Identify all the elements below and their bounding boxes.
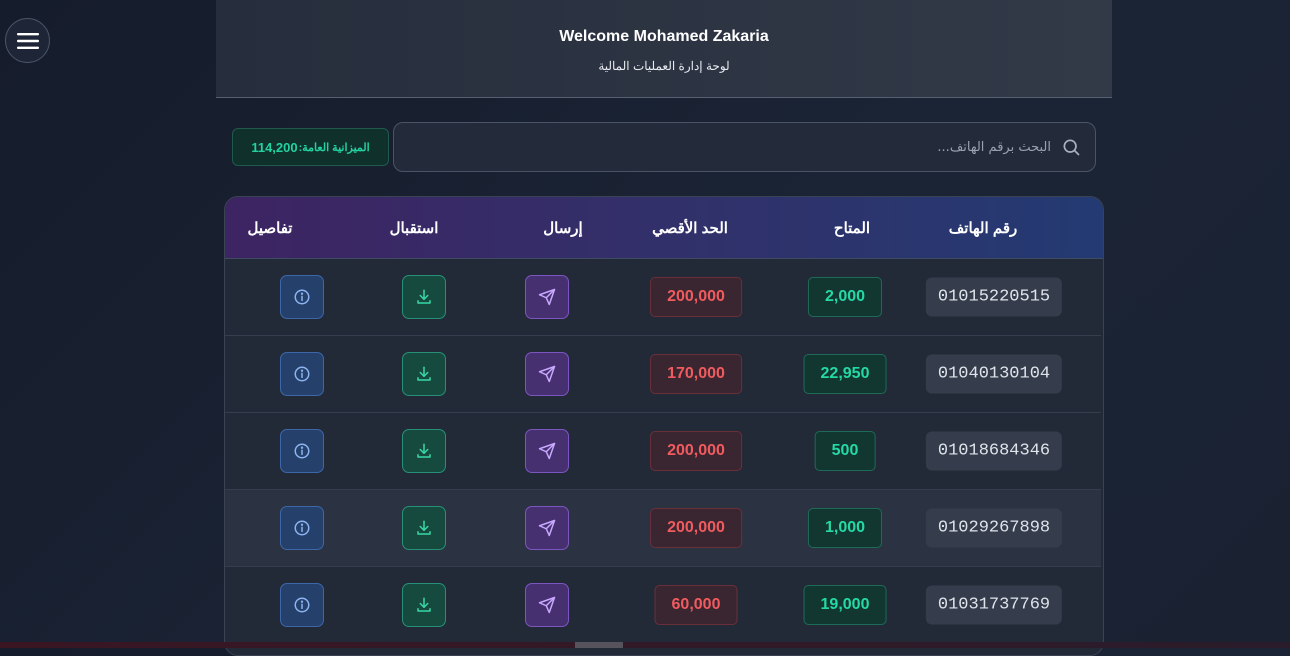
table-row: 01015220515 2,000 200,000 <box>225 259 1101 336</box>
download-icon <box>415 365 433 383</box>
column-header-receive: استقبال <box>390 219 439 237</box>
table-header: رقم الهاتف المتاح الحد الأقصي إرسال استق… <box>225 197 1103 259</box>
dashboard-subtitle: لوحة إدارة العمليات المالية <box>216 59 1112 73</box>
menu-button[interactable] <box>5 18 50 63</box>
column-header-send: إرسال <box>543 219 582 237</box>
max-limit-amount: 200,000 <box>650 277 742 317</box>
budget-amount: 114,200 <box>251 140 297 155</box>
general-budget-badge: الميزانية العامة: 114,200 <box>232 128 389 166</box>
details-button[interactable] <box>280 352 324 396</box>
info-icon <box>293 288 311 306</box>
table-row: 01040130104 22,950 170,000 <box>225 336 1101 413</box>
send-button[interactable] <box>525 352 569 396</box>
budget-label: الميزانية العامة: <box>299 141 370 154</box>
available-amount: 19,000 <box>804 585 887 625</box>
phone-number: 01015220515 <box>926 278 1062 317</box>
info-icon <box>293 442 311 460</box>
send-button[interactable] <box>525 583 569 627</box>
phone-number: 01040130104 <box>926 355 1062 394</box>
column-header-limit: الحد الأقصي <box>652 219 728 237</box>
menu-icon <box>17 32 39 50</box>
download-icon <box>415 442 433 460</box>
send-icon <box>538 365 556 383</box>
phone-number: 01029267898 <box>926 509 1062 548</box>
max-limit-amount: 200,000 <box>650 431 742 471</box>
search-box <box>393 122 1096 172</box>
send-icon <box>538 519 556 537</box>
details-button[interactable] <box>280 429 324 473</box>
max-limit-amount: 200,000 <box>650 508 742 548</box>
table-row: 01029267898 1,000 200,000 <box>225 490 1101 567</box>
receive-button[interactable] <box>402 583 446 627</box>
table-row: 01018684346 500 200,000 <box>225 413 1101 490</box>
download-icon <box>415 596 433 614</box>
details-button[interactable] <box>280 583 324 627</box>
send-button[interactable] <box>525 275 569 319</box>
scrollbar-thumb[interactable] <box>575 642 623 648</box>
details-button[interactable] <box>280 275 324 319</box>
available-amount: 22,950 <box>804 354 887 394</box>
column-header-available: المتاح <box>834 219 870 237</box>
receive-button[interactable] <box>402 275 446 319</box>
max-limit-amount: 60,000 <box>655 585 738 625</box>
table-row: 01031737769 19,000 60,000 <box>225 567 1101 644</box>
send-icon <box>538 596 556 614</box>
welcome-title: Welcome Mohamed Zakaria <box>216 28 1112 46</box>
send-icon <box>538 442 556 460</box>
send-button[interactable] <box>525 506 569 550</box>
phone-number: 01031737769 <box>926 586 1062 625</box>
info-icon <box>293 596 311 614</box>
details-button[interactable] <box>280 506 324 550</box>
phone-number: 01018684346 <box>926 432 1062 471</box>
search-icon <box>1061 137 1081 157</box>
column-header-details: تفاصيل <box>248 219 293 237</box>
send-icon <box>538 288 556 306</box>
receive-button[interactable] <box>402 429 446 473</box>
search-input[interactable] <box>451 140 1051 155</box>
send-button[interactable] <box>525 429 569 473</box>
available-amount: 2,000 <box>808 277 882 317</box>
receive-button[interactable] <box>402 352 446 396</box>
column-header-phone: رقم الهاتف <box>949 219 1018 237</box>
max-limit-amount: 170,000 <box>650 354 742 394</box>
download-icon <box>415 519 433 537</box>
horizontal-scrollbar[interactable] <box>0 642 1290 648</box>
available-amount: 1,000 <box>808 508 882 548</box>
receive-button[interactable] <box>402 506 446 550</box>
available-amount: 500 <box>815 431 876 471</box>
page-header: Welcome Mohamed Zakaria لوحة إدارة العمل… <box>216 0 1112 98</box>
download-icon <box>415 288 433 306</box>
table-body: 01015220515 2,000 200,000 01040130104 22,950… <box>225 259 1103 644</box>
info-icon <box>293 519 311 537</box>
info-icon <box>293 365 311 383</box>
accounts-table: رقم الهاتف المتاح الحد الأقصي إرسال استق… <box>224 196 1104 656</box>
